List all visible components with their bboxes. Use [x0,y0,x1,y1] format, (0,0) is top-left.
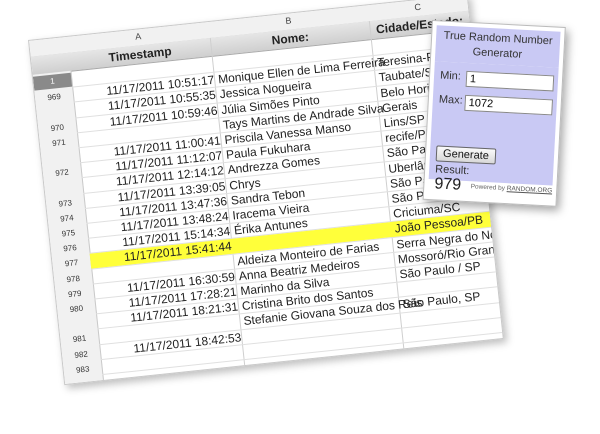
min-input[interactable] [465,70,555,92]
widget-body: Min: Max: Generate Result: 979 [428,61,559,194]
max-label: Max: [438,93,463,107]
generate-button[interactable]: Generate [435,145,497,165]
max-input[interactable] [464,94,554,116]
random-number-widget: True Random Number Generator Min: Max: G… [422,20,566,207]
random-org-link[interactable]: RANDOM.ORG [507,185,553,194]
timestamp-cell[interactable]: 11/17/2011 18:42:53 [101,330,242,359]
footer-prefix: Powered by [470,183,506,193]
min-label: Min: [439,69,462,83]
